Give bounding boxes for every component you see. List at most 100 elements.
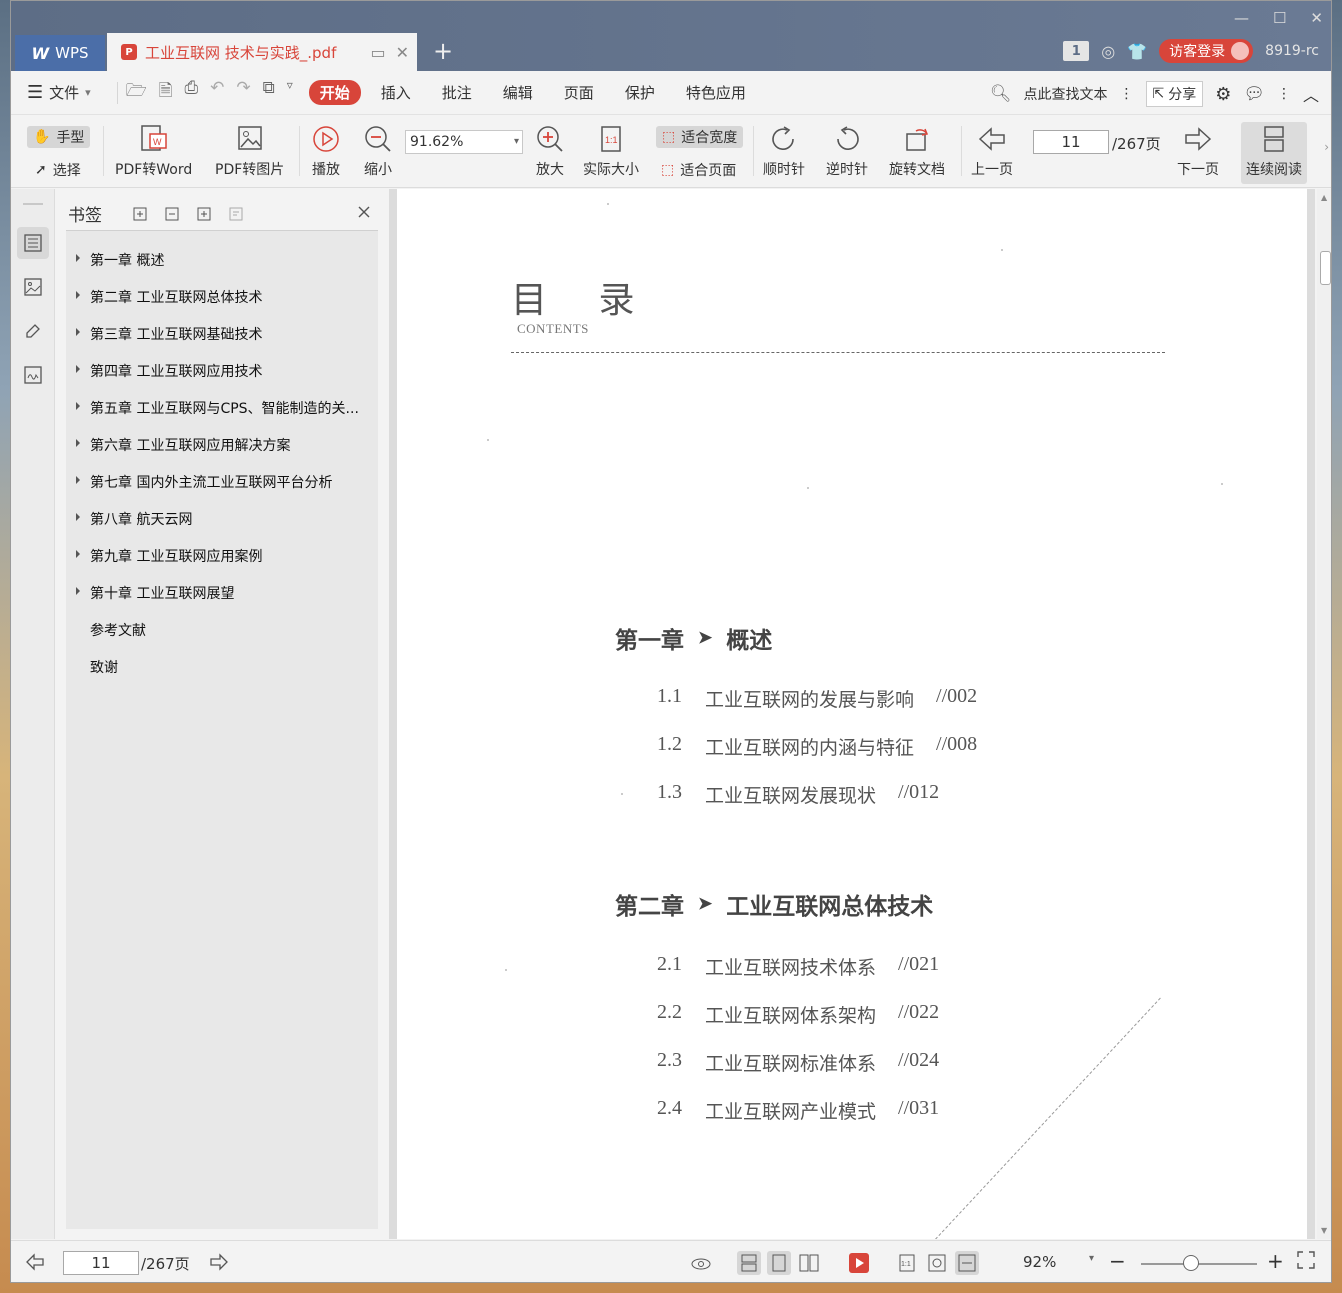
status-page-input[interactable]: 11 bbox=[63, 1251, 139, 1275]
more-menu-icon[interactable]: ⋮ bbox=[1277, 86, 1291, 102]
print-icon[interactable]: ⎙ bbox=[184, 78, 198, 107]
previous-page-button[interactable]: 上一页 bbox=[971, 124, 1013, 179]
file-menu[interactable]: ☰ 文件 ▾ bbox=[27, 82, 91, 103]
pin-tab-icon[interactable]: ▭ bbox=[370, 43, 385, 62]
annotation-panel-icon[interactable] bbox=[17, 315, 49, 347]
bookmark-item[interactable]: 致谢 bbox=[66, 648, 378, 685]
document-tab[interactable]: P 工业互联网 技术与实践_.pdf ▭ ✕ bbox=[107, 33, 417, 71]
toc-chapter[interactable]: 第一章 ➤ 概述 bbox=[615, 621, 772, 655]
slideshow-play-icon[interactable] bbox=[847, 1251, 871, 1275]
rotate-counterclockwise-button[interactable]: 逆时针 bbox=[826, 124, 868, 179]
two-page-view-icon[interactable] bbox=[797, 1251, 821, 1275]
actual-size-button[interactable]: 1:1 实际大小 bbox=[583, 124, 639, 179]
bookmark-item[interactable]: 第二章 工业互联网总体技术 bbox=[66, 278, 378, 315]
continuous-view-icon[interactable] bbox=[737, 1251, 761, 1275]
continuous-read-button[interactable]: 连续阅读 bbox=[1241, 122, 1307, 184]
bookmark-item[interactable]: 第三章 工业互联网基础技术 bbox=[66, 315, 378, 352]
expand-arrow-icon[interactable] bbox=[76, 513, 80, 521]
new-tab-button[interactable]: + bbox=[433, 37, 453, 65]
bookmark-item[interactable]: 第六章 工业互联网应用解决方案 bbox=[66, 426, 378, 463]
window-count-badge[interactable]: 1 bbox=[1063, 41, 1090, 61]
bookmark-item[interactable]: 第八章 航天云网 bbox=[66, 500, 378, 537]
status-fit-page-icon[interactable] bbox=[925, 1251, 949, 1275]
zoom-plus-icon[interactable]: + bbox=[1267, 1249, 1284, 1273]
toc-section[interactable]: 1.3 工业互联网发展现状 //012 bbox=[657, 781, 939, 808]
toc-section[interactable]: 1.2 工业互联网的内涵与特征 //008 bbox=[657, 733, 977, 760]
status-fit-width-icon[interactable] bbox=[955, 1251, 979, 1275]
eye-protection-icon[interactable] bbox=[689, 1251, 713, 1275]
rotate-document-button[interactable]: 旋转文档 bbox=[889, 124, 945, 179]
close-tab-icon[interactable]: ✕ bbox=[396, 43, 409, 62]
maximize-icon[interactable]: ☐ bbox=[1273, 9, 1286, 27]
settings-gear-icon[interactable]: ⚙ bbox=[1215, 84, 1231, 105]
zoom-dropdown-icon[interactable]: ▾ bbox=[1089, 1253, 1094, 1264]
share-button[interactable]: ⇱ 分享 bbox=[1145, 81, 1204, 107]
tab-edit[interactable]: 编辑 bbox=[503, 82, 533, 103]
bookmark-item[interactable]: 参考文献 bbox=[66, 611, 378, 648]
search-icon[interactable]: 🔍︎ bbox=[990, 84, 1012, 104]
ribbon-scroll-right-icon[interactable]: › bbox=[1324, 140, 1329, 154]
export-icon[interactable]: ⧉ bbox=[263, 78, 275, 107]
bookmark-item[interactable]: 第五章 工业互联网与CPS、智能制造的关... bbox=[66, 389, 378, 426]
status-next-page-icon[interactable] bbox=[209, 1253, 229, 1271]
bookmark-item[interactable]: 第七章 国内外主流工业互联网平台分析 bbox=[66, 463, 378, 500]
tab-protect[interactable]: 保护 bbox=[625, 82, 655, 103]
fit-width-button[interactable]: ⬚ 适合宽度 bbox=[656, 126, 744, 148]
tab-features[interactable]: 特色应用 bbox=[686, 82, 746, 103]
tab-page[interactable]: 页面 bbox=[564, 82, 594, 103]
rotate-clockwise-button[interactable]: 顺时针 bbox=[763, 124, 805, 179]
collapse-ribbon-icon[interactable]: ︿ bbox=[1303, 82, 1319, 106]
bookmark-item[interactable]: 第四章 工业互联网应用技术 bbox=[66, 352, 378, 389]
toc-section[interactable]: 2.1 工业互联网技术体系 //021 bbox=[657, 953, 939, 980]
delete-bookmark-icon[interactable] bbox=[226, 204, 246, 224]
document-viewport[interactable]: 目 录 CONTENTS 第一章 ➤ 概述 1.1 工业互联网的发展与影响 //… bbox=[389, 189, 1315, 1239]
expand-arrow-icon[interactable] bbox=[76, 254, 80, 262]
expand-arrow-icon[interactable] bbox=[76, 365, 80, 373]
toc-section[interactable]: 2.3 工业互联网标准体系 //024 bbox=[657, 1049, 939, 1076]
search-more-icon[interactable]: ⋮ bbox=[1120, 86, 1134, 102]
bookmark-panel-icon[interactable] bbox=[17, 227, 49, 259]
play-button[interactable]: 播放 bbox=[309, 124, 343, 179]
next-page-button[interactable]: 下一页 bbox=[1177, 124, 1219, 179]
wps-home-tab[interactable]: W WPS bbox=[15, 35, 105, 71]
expand-all-icon[interactable] bbox=[130, 204, 150, 224]
tab-annotate[interactable]: 批注 bbox=[442, 82, 472, 103]
collapse-all-icon[interactable] bbox=[162, 204, 182, 224]
status-actual-size-icon[interactable]: 1:1 bbox=[895, 1251, 919, 1275]
tab-insert[interactable]: 插入 bbox=[381, 82, 411, 103]
guest-login-button[interactable]: 访客登录 bbox=[1159, 39, 1254, 63]
vertical-scrollbar[interactable]: ▲ ▼ bbox=[1317, 189, 1331, 1239]
zoom-slider-knob[interactable] bbox=[1183, 1255, 1199, 1271]
find-text-button[interactable]: 点此查找文本 bbox=[1024, 84, 1108, 104]
zoom-level-select[interactable]: 91.62% bbox=[405, 130, 523, 154]
skin-icon[interactable]: ◎ bbox=[1101, 42, 1115, 61]
expand-arrow-icon[interactable] bbox=[76, 476, 80, 484]
fit-page-button[interactable]: ⬚ 适合页面 bbox=[661, 160, 736, 180]
toc-section[interactable]: 2.4 工业互联网产业模式 //031 bbox=[657, 1097, 939, 1124]
zoom-in-button[interactable]: 放大 bbox=[533, 124, 567, 179]
status-prev-page-icon[interactable] bbox=[25, 1253, 45, 1271]
expand-arrow-icon[interactable] bbox=[76, 587, 80, 595]
comment-icon[interactable]: 💬︎ bbox=[1243, 84, 1265, 104]
bookmark-item[interactable]: 第九章 工业互联网应用案例 bbox=[66, 537, 378, 574]
status-zoom-percent[interactable]: 92% bbox=[1023, 1253, 1056, 1271]
close-bookmark-panel-icon[interactable] bbox=[356, 204, 372, 224]
signature-panel-icon[interactable] bbox=[17, 359, 49, 391]
toc-chapter[interactable]: 第二章 ➤ 工业互联网总体技术 bbox=[615, 887, 933, 921]
expand-arrow-icon[interactable] bbox=[76, 439, 80, 447]
open-folder-icon[interactable]: 🗁 bbox=[126, 78, 147, 107]
tab-start[interactable]: 开始 bbox=[308, 80, 361, 105]
more-quick-access-icon[interactable]: ▿ bbox=[287, 78, 293, 107]
expand-arrow-icon[interactable] bbox=[76, 550, 80, 558]
pdf-to-word-button[interactable]: W PDF转Word bbox=[115, 124, 192, 179]
expand-arrow-icon[interactable] bbox=[76, 402, 80, 410]
redo-icon[interactable]: ↷ bbox=[236, 78, 250, 107]
shirt-icon[interactable]: 👕 bbox=[1127, 42, 1147, 61]
hand-tool-button[interactable]: ✋ 手型 bbox=[27, 126, 91, 148]
thumbnail-panel-icon[interactable] bbox=[17, 271, 49, 303]
undo-icon[interactable]: ↶ bbox=[210, 78, 224, 107]
bookmark-item[interactable]: 第十章 工业互联网展望 bbox=[66, 574, 378, 611]
toc-section[interactable]: 2.2 工业互联网体系架构 //022 bbox=[657, 1001, 939, 1028]
scroll-up-icon[interactable]: ▲ bbox=[1321, 193, 1327, 202]
zoom-minus-icon[interactable]: − bbox=[1109, 1249, 1126, 1273]
